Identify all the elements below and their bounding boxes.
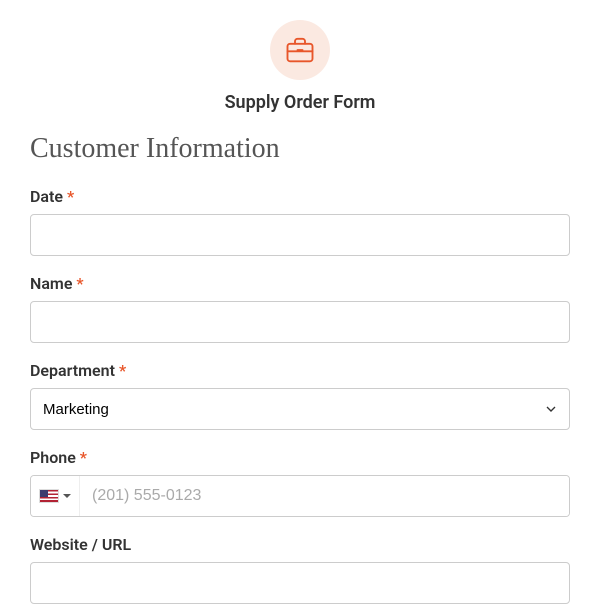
required-mark: * bbox=[119, 361, 126, 380]
required-mark: * bbox=[76, 274, 83, 293]
form-header: Supply Order Form bbox=[30, 20, 570, 113]
name-label: Name * bbox=[30, 274, 570, 293]
name-label-text: Name bbox=[30, 274, 72, 293]
phone-label: Phone * bbox=[30, 448, 570, 467]
briefcase-icon bbox=[270, 20, 330, 80]
phone-label-text: Phone bbox=[30, 448, 76, 467]
department-label-text: Department bbox=[30, 361, 115, 380]
department-label: Department * bbox=[30, 361, 570, 380]
us-flag-icon bbox=[39, 489, 59, 503]
section-title: Customer Information bbox=[30, 133, 570, 165]
website-field: Website / URL bbox=[30, 535, 570, 604]
phone-input-wrapper bbox=[30, 475, 570, 517]
phone-field: Phone * bbox=[30, 448, 570, 517]
phone-input[interactable] bbox=[80, 476, 569, 516]
website-input[interactable] bbox=[30, 562, 570, 604]
date-label: Date * bbox=[30, 187, 570, 206]
country-flag-button[interactable] bbox=[31, 476, 80, 516]
form-title: Supply Order Form bbox=[30, 92, 570, 113]
date-label-text: Date bbox=[30, 187, 63, 206]
website-label: Website / URL bbox=[30, 535, 570, 554]
required-mark: * bbox=[67, 187, 74, 206]
name-input[interactable] bbox=[30, 301, 570, 343]
name-field: Name * bbox=[30, 274, 570, 343]
department-select[interactable]: Marketing bbox=[30, 388, 570, 430]
date-field: Date * bbox=[30, 187, 570, 256]
department-field: Department * Marketing bbox=[30, 361, 570, 430]
website-label-text: Website / URL bbox=[30, 535, 131, 554]
chevron-down-icon bbox=[63, 494, 71, 498]
date-input[interactable] bbox=[30, 214, 570, 256]
required-mark: * bbox=[80, 448, 87, 467]
